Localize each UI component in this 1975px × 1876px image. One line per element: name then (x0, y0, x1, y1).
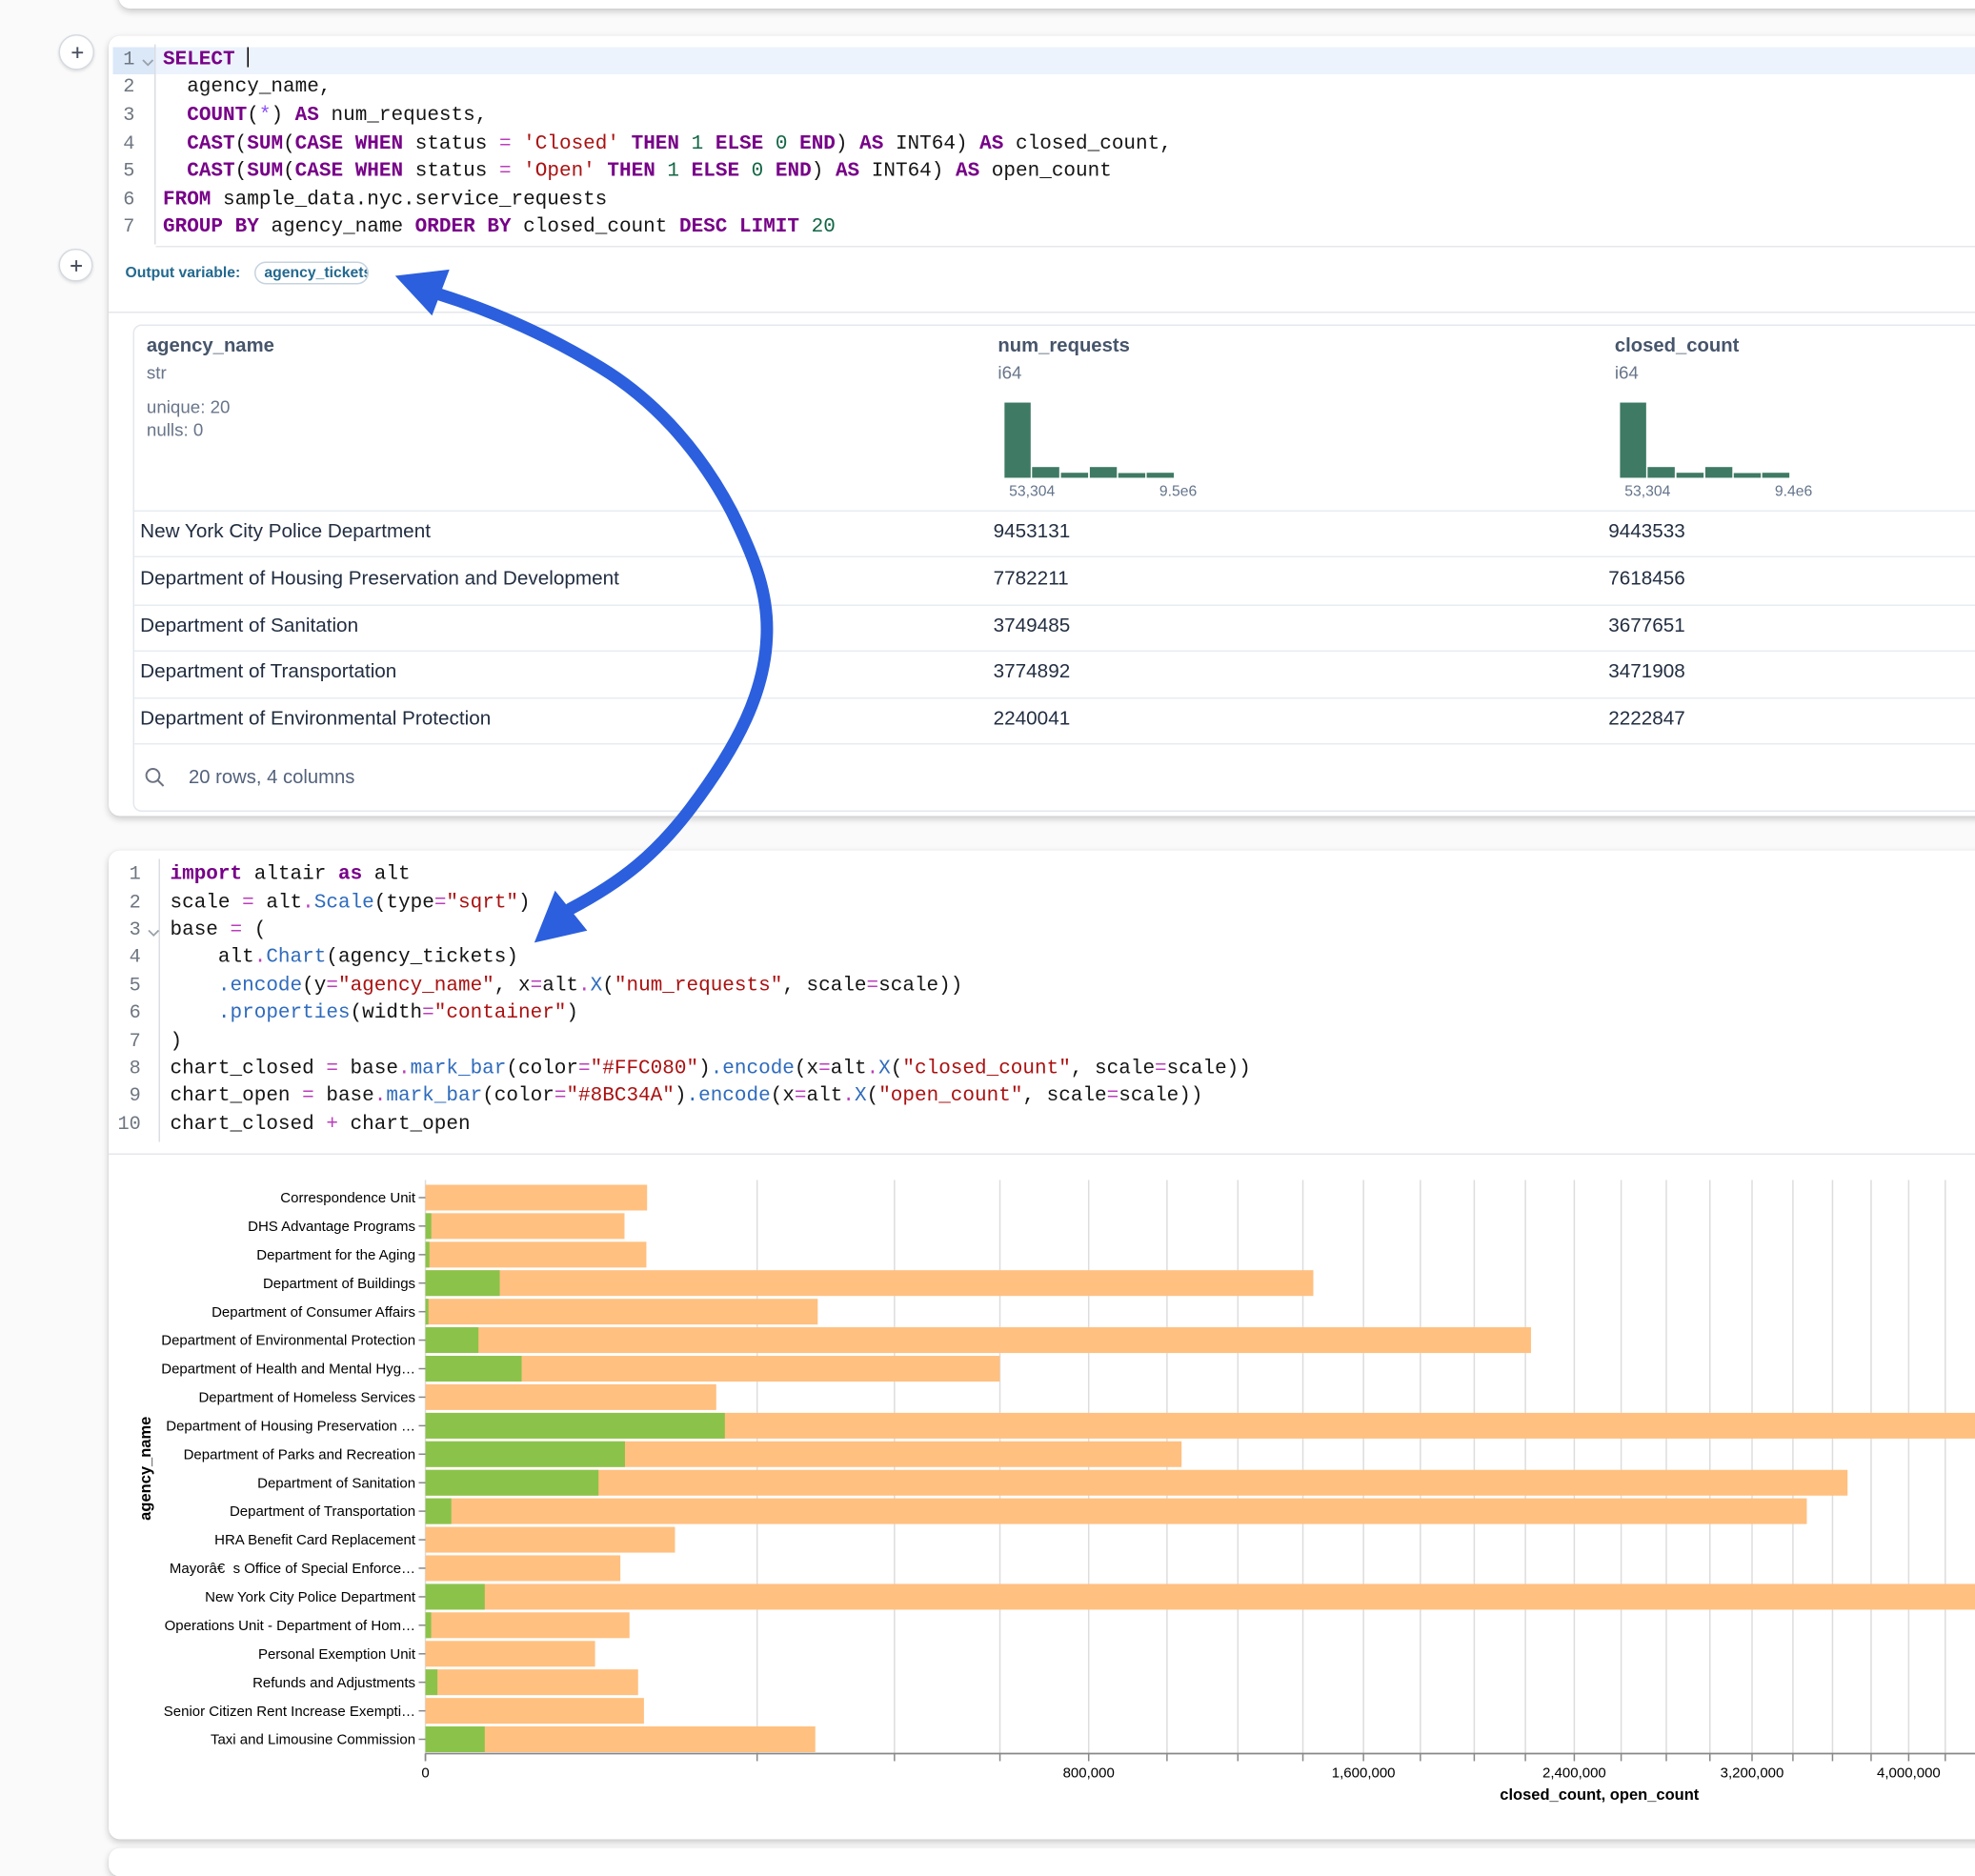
svg-text:Correspondence Unit: Correspondence Unit (280, 1191, 416, 1207)
svg-text:Refunds and Adjustments: Refunds and Adjustments (252, 1675, 414, 1691)
svg-text:Senior Citizen Rent Increase E: Senior Citizen Rent Increase Exempti… (163, 1704, 414, 1720)
svg-text:800,000: 800,000 (1062, 1765, 1114, 1782)
svg-text:closed_count, open_count: closed_count, open_count (1500, 1786, 1700, 1804)
svg-text:53,304: 53,304 (1624, 483, 1670, 499)
svg-text:Mayorâ€ s Office of Special E: Mayorâ€ s Office of Special Enforce… (169, 1561, 414, 1577)
svg-text:DHS Advantage Programs: DHS Advantage Programs (247, 1219, 414, 1235)
svg-text:Department of Environmental Pr: Department of Environmental Protection (160, 1333, 414, 1349)
svg-text:9.5e6: 9.5e6 (1159, 483, 1198, 499)
svg-text:2,400,000: 2,400,000 (1542, 1765, 1605, 1782)
svg-text:9.4e6: 9.4e6 (1775, 483, 1813, 499)
svg-text:Department of Buildings: Department of Buildings (262, 1276, 414, 1292)
svg-text:Department of Homeless Service: Department of Homeless Services (198, 1390, 415, 1406)
svg-text:Department of Sanitation: Department of Sanitation (256, 1476, 414, 1492)
svg-text:Department of Housing Preserva: Department of Housing Preservation … (166, 1419, 415, 1435)
svg-text:Operations Unit - Department o: Operations Unit - Department of Hom… (164, 1618, 414, 1634)
svg-text:53,304: 53,304 (1009, 483, 1055, 499)
svg-text:3,200,000: 3,200,000 (1720, 1765, 1784, 1782)
svg-text:0: 0 (421, 1765, 429, 1782)
svg-text:Department for the Aging: Department for the Aging (256, 1247, 415, 1263)
svg-text:agency_name: agency_name (136, 1417, 153, 1521)
svg-text:4,000,000: 4,000,000 (1876, 1765, 1940, 1782)
svg-text:Department of Consumer Affairs: Department of Consumer Affairs (211, 1304, 414, 1321)
svg-text:Personal Exemption Unit: Personal Exemption Unit (257, 1646, 415, 1663)
svg-text:Department of Transportation: Department of Transportation (229, 1504, 414, 1521)
svg-text:Department of Health and Menta: Department of Health and Mental Hyg… (160, 1362, 414, 1378)
svg-text:Taxi and Limousine Commission: Taxi and Limousine Commission (210, 1732, 414, 1748)
svg-text:HRA Benefit Card Replacement: HRA Benefit Card Replacement (213, 1533, 415, 1549)
svg-text:1,600,000: 1,600,000 (1331, 1765, 1395, 1782)
svg-text:Department of Parks and Recrea: Department of Parks and Recreation (183, 1447, 414, 1463)
svg-text:New York City Police Departmen: New York City Police Department (204, 1589, 415, 1605)
